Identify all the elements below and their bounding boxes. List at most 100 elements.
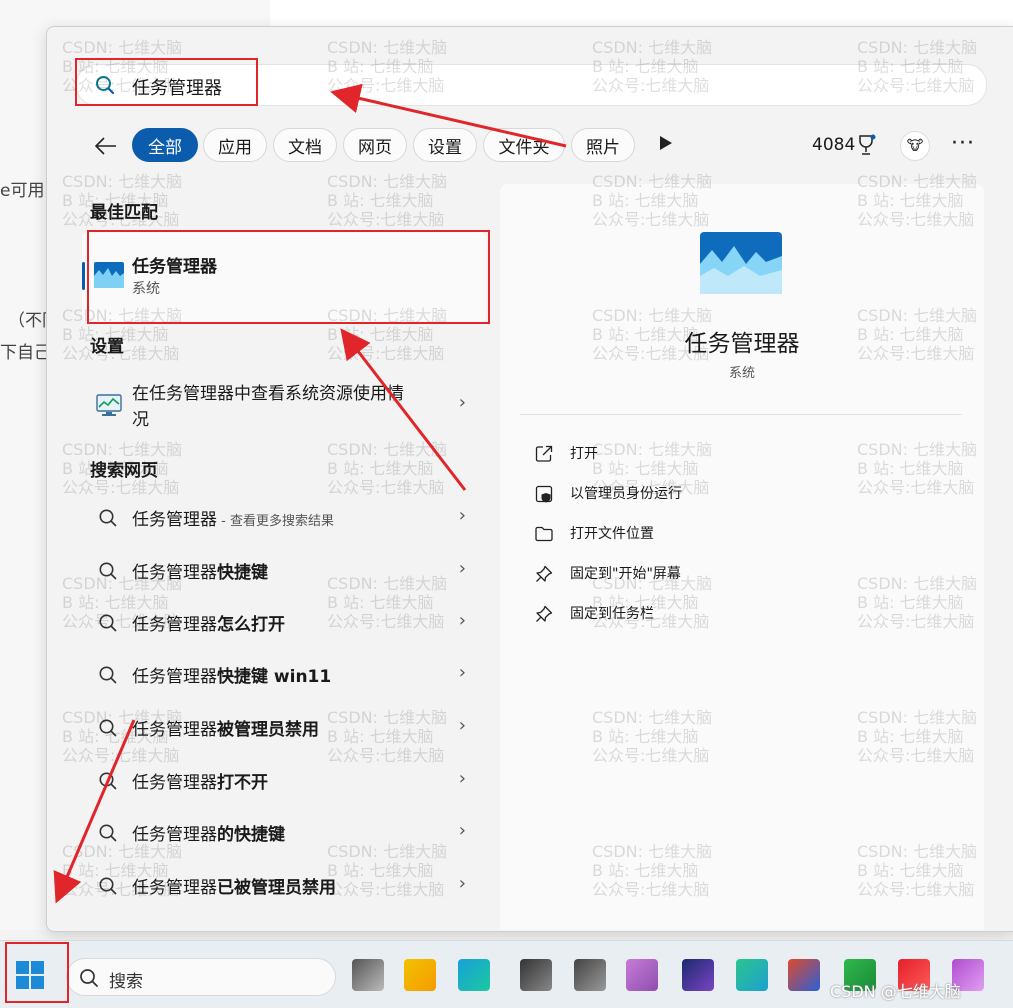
search-icon: [99, 509, 117, 527]
web-result-row[interactable]: 任务管理器的快捷键 ›: [82, 815, 486, 851]
preview-divider: [520, 414, 962, 415]
web-result-row[interactable]: 任务管理器 - 查看更多搜索结果 ›: [82, 500, 486, 536]
chevron-right-icon: ›: [458, 558, 466, 579]
web-result-query: 任务管理器: [132, 878, 217, 898]
pin-icon: [536, 565, 553, 582]
web-result-query: 任务管理器: [132, 825, 217, 845]
action-open-file-location-label: 打开文件位置: [570, 526, 654, 542]
action-open-label: 打开: [570, 446, 598, 462]
background-text: e可用: [0, 181, 45, 201]
web-result-suggestion: 的快捷键: [217, 825, 285, 845]
web-result-suggestion: 怎么打开: [217, 615, 285, 635]
admin-shield-icon: [535, 485, 553, 503]
taskbar-search-placeholder: 搜索: [109, 972, 143, 992]
filter-photos[interactable]: 照片: [571, 128, 635, 162]
chevron-right-icon: ›: [458, 768, 466, 789]
filter-apps[interactable]: 应用: [203, 128, 267, 162]
web-result-text: 任务管理器快捷键: [132, 558, 268, 583]
task-manager-large-icon: [700, 232, 782, 294]
web-result-text: 任务管理器快捷键 win11: [132, 662, 331, 687]
author-credit: CSDN @七维大脑: [830, 982, 961, 1001]
taskbar-app-icon[interactable]: [520, 959, 552, 991]
preview-title: 任务管理器: [684, 331, 800, 357]
search-icon: [99, 772, 117, 790]
web-result-query: 任务管理器: [132, 615, 217, 635]
web-result-text: 任务管理器 - 查看更多搜索结果: [132, 505, 334, 530]
rewards-icon[interactable]: [856, 134, 876, 156]
web-result-query: 任务管理器: [132, 510, 217, 530]
taskbar-app-icon[interactable]: [574, 959, 606, 991]
web-result-text: 任务管理器打不开: [132, 768, 268, 793]
chevron-right-icon: ›: [458, 873, 466, 894]
search-icon: [80, 969, 98, 987]
filter-settings[interactable]: 设置: [413, 128, 477, 162]
rewards-points[interactable]: 4084: [812, 135, 855, 155]
search-icon: [99, 562, 117, 580]
chevron-right-icon: ›: [458, 610, 466, 631]
annotation-box-search: [75, 58, 258, 106]
filter-all[interactable]: 全部: [132, 128, 198, 162]
monitor-icon: [96, 394, 122, 416]
taskbar-app-icon[interactable]: [352, 959, 384, 991]
action-pin-to-start-label: 固定到"开始"屏幕: [570, 566, 681, 582]
web-result-query: 任务管理器: [132, 563, 217, 583]
taskbar-app-icon[interactable]: [626, 959, 658, 991]
back-button[interactable]: [90, 130, 122, 162]
settings-result-label: 在任务管理器中查看系统资源使用情况: [132, 384, 404, 430]
web-result-text: 任务管理器的快捷键: [132, 820, 285, 845]
search-icon: [99, 719, 117, 737]
web-result-suggestion: 被管理员禁用: [217, 720, 319, 740]
filter-documents[interactable]: 文档: [273, 128, 337, 162]
section-best-match: 最佳匹配: [90, 203, 158, 223]
taskbar-search-box[interactable]: 搜索: [66, 958, 336, 996]
web-result-suggestion: 快捷键: [217, 563, 268, 583]
web-result-row[interactable]: 任务管理器已被管理员禁用 ›: [82, 868, 486, 904]
web-result-row[interactable]: 任务管理器怎么打开 ›: [82, 605, 486, 641]
preview-subtitle: 系统: [728, 366, 755, 381]
web-result-query: 任务管理器: [132, 667, 217, 687]
web-result-row[interactable]: 任务管理器打不开 ›: [82, 763, 486, 799]
taskbar-app-icon[interactable]: [736, 959, 768, 991]
taskbar-app-icon[interactable]: [788, 959, 820, 991]
search-icon: [99, 666, 117, 684]
chevron-right-icon: ›: [458, 662, 466, 683]
open-icon: [535, 445, 553, 462]
action-run-as-admin-label: 以管理员身份运行: [570, 486, 682, 502]
filter-bar: 全部 应用 文档 网页 设置 文件夹 照片 4084 🐮 ···: [0, 128, 1013, 164]
taskbar-app-icon[interactable]: [682, 959, 714, 991]
pin-icon: [536, 605, 553, 622]
back-arrow-icon: [95, 137, 116, 155]
preview-pane: 任务管理器 系统 打开 以管理员身份运行 打开文件位置 固定到"开始"屏幕 固定…: [500, 184, 984, 930]
settings-result[interactable]: 在任务管理器中查看系统资源使用情况 ›: [82, 376, 486, 436]
background-text: 下自己: [0, 343, 51, 363]
filter-web[interactable]: 网页: [343, 128, 407, 162]
more-filters-icon[interactable]: [660, 136, 672, 150]
filter-folders[interactable]: 文件夹: [483, 128, 565, 162]
search-icon: [99, 614, 117, 632]
web-result-suggestion: 已被管理员禁用: [217, 878, 336, 898]
chevron-right-icon: ›: [458, 715, 466, 736]
web-result-text: 任务管理器被管理员禁用: [132, 715, 319, 740]
section-search-web: 搜索网页: [90, 461, 158, 481]
annotation-box-start: [5, 942, 69, 1003]
selection-indicator: [82, 262, 85, 290]
section-settings: 设置: [90, 337, 124, 357]
more-options-icon[interactable]: ···: [951, 131, 975, 156]
web-result-hint: - 查看更多搜索结果: [217, 514, 334, 529]
web-result-suggestion: 打不开: [217, 773, 268, 793]
web-result-row[interactable]: 任务管理器快捷键 win11 ›: [82, 657, 486, 693]
taskbar-app-icon[interactable]: [458, 959, 490, 991]
search-icon: [99, 824, 117, 842]
chevron-right-icon: ›: [458, 505, 466, 526]
web-result-row[interactable]: 任务管理器快捷键 ›: [82, 553, 486, 589]
chevron-right-icon: ›: [458, 392, 466, 413]
file-explorer-icon[interactable]: [404, 959, 436, 991]
web-result-row[interactable]: 任务管理器被管理员禁用 ›: [82, 710, 486, 746]
web-result-query: 任务管理器: [132, 720, 217, 740]
action-pin-to-taskbar-label: 固定到任务栏: [570, 606, 654, 622]
chevron-right-icon: ›: [458, 820, 466, 841]
web-result-query: 任务管理器: [132, 773, 217, 793]
web-result-suggestion: 快捷键 win11: [217, 667, 332, 687]
web-result-text: 任务管理器怎么打开: [132, 610, 285, 635]
account-avatar[interactable]: 🐮: [900, 131, 930, 161]
